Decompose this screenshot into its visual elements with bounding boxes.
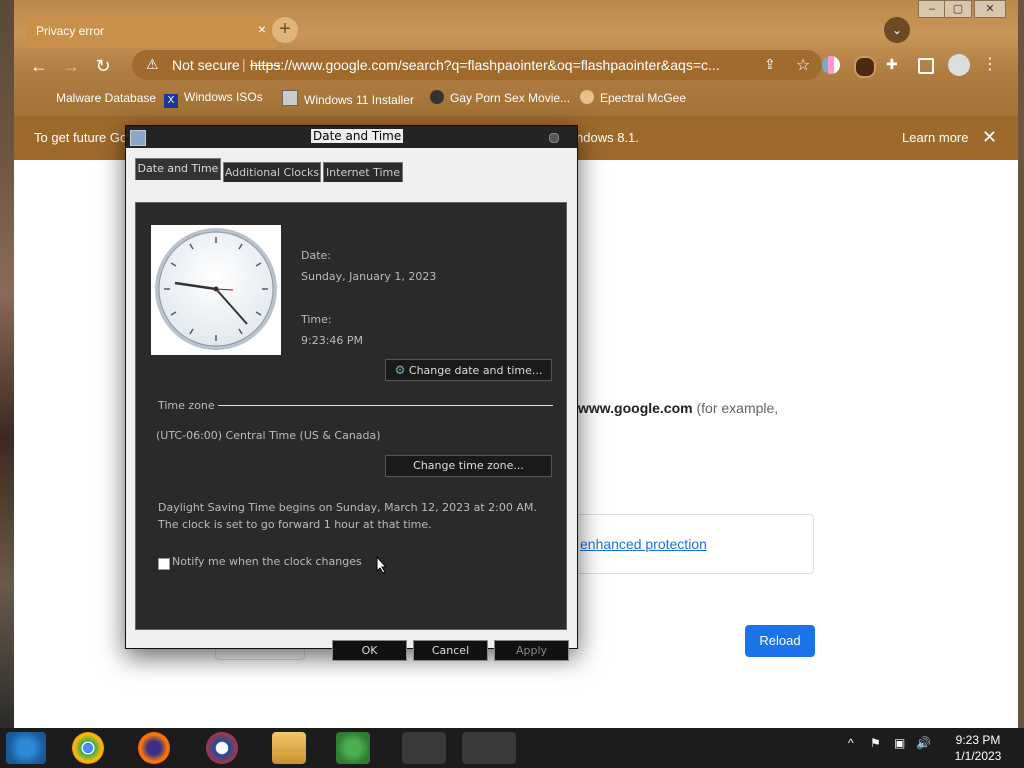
bookmark-label: Gay Porn Sex Movie...: [450, 91, 571, 105]
extension-flag-icon[interactable]: [822, 56, 840, 74]
bookmark-label: Windows 11 Installer: [304, 93, 414, 107]
bookmark-epectral-mcgee[interactable]: Epectral McGee: [580, 90, 686, 105]
tab-title: Privacy error: [36, 24, 105, 38]
back-button[interactable]: ←: [27, 54, 51, 78]
notify-checkbox[interactable]: [158, 558, 170, 570]
time-zone-heading: Time zone: [158, 399, 215, 412]
dialog-body: Date and Time Additional Clocks Internet…: [126, 148, 577, 661]
people-taskbar-icon[interactable]: [336, 732, 370, 764]
maximize-button[interactable]: ▢: [944, 0, 972, 18]
infobar-text-tail: ndows 8.1.: [576, 130, 639, 145]
time-zone-value: (UTC-06:00) Central Time (US & Canada): [156, 429, 381, 442]
time-zone-divider: [218, 405, 553, 406]
notify-checkbox-label[interactable]: Notify me when the clock changes: [172, 555, 362, 568]
share-icon[interactable]: ⇪: [764, 56, 776, 73]
bookmarks-bar: Malware Database X Windows ISOs Windows 1…: [14, 86, 1018, 110]
bookmark-malware-database[interactable]: Malware Database: [36, 90, 156, 105]
bookmark-label: Malware Database: [56, 91, 157, 105]
mouse-cursor-icon: [376, 556, 388, 574]
cancel-button[interactable]: Cancel: [413, 640, 488, 661]
error-description-rest: (for example,: [692, 400, 779, 416]
date-and-time-dialog: Date and Time Date and Time Additional C…: [125, 125, 578, 661]
error-domain: www.google.com: [578, 400, 693, 416]
close-window-button[interactable]: ✕: [974, 0, 1006, 18]
shield-icon: ⚙: [394, 363, 406, 377]
change-date-time-button[interactable]: ⚙ Change date and time...: [385, 359, 552, 381]
url-text[interactable]: https://www.google.com/search?q=flashpao…: [250, 57, 750, 73]
infobar-text: To get future Go: [34, 130, 128, 145]
dialog-close-icon[interactable]: [549, 133, 559, 143]
dialog-titlebar[interactable]: Date and Time: [126, 126, 577, 148]
dst-line-2: The clock is set to go forward 1 hour at…: [158, 518, 432, 531]
dialog-title: Date and Time: [311, 129, 404, 143]
change-time-zone-button[interactable]: Change time zone...: [385, 455, 552, 477]
start-button-icon[interactable]: [6, 732, 46, 764]
taskbar: ^ ⚑ ▣ 🔊 9:23 PM 1/1/2023: [0, 728, 1024, 768]
extension-avatar-icon[interactable]: [854, 56, 876, 78]
tray-chevron-icon[interactable]: ^: [848, 736, 854, 750]
tab-date-and-time[interactable]: Date and Time: [135, 158, 221, 180]
tab-privacy-error[interactable]: Privacy error ×: [26, 14, 276, 48]
chrome-taskbar-icon[interactable]: [72, 732, 104, 764]
date-value: Sunday, January 1, 2023: [301, 270, 437, 283]
date-time-panel: Date: Sunday, January 1, 2023 Time: 9:23…: [135, 202, 567, 630]
volume-icon[interactable]: 🔊: [916, 736, 931, 750]
bookmark-movie[interactable]: Gay Porn Sex Movie...: [430, 90, 570, 105]
dst-line-1: Daylight Saving Time begins on Sunday, M…: [158, 501, 537, 514]
tab-additional-clocks[interactable]: Additional Clocks: [223, 162, 321, 182]
bookmark-label: Windows ISOs: [184, 90, 263, 104]
url-scheme: https: [250, 57, 281, 73]
tab-internet-time[interactable]: Internet Time: [323, 162, 403, 182]
file-explorer-taskbar-icon[interactable]: [272, 732, 306, 764]
bookmark-label: Epectral McGee: [600, 91, 687, 105]
taskbar-time: 9:23 PM: [955, 733, 1001, 747]
taskbar-date: 1/1/2023: [954, 749, 1002, 763]
learn-more-link[interactable]: Learn more: [902, 130, 968, 145]
bookmark-windows-isos[interactable]: X Windows ISOs: [164, 90, 263, 108]
change-date-time-label: Change date and time...: [408, 364, 543, 377]
error-description: www.google.com (for example,: [578, 400, 778, 416]
tab-search-button[interactable]: ⌄: [884, 17, 910, 43]
network-icon[interactable]: ▣: [894, 736, 905, 750]
reload-page-button[interactable]: ↻: [91, 54, 115, 78]
bookmark-star-icon[interactable]: ☆: [796, 55, 810, 75]
not-secure-label[interactable]: Not secure: [172, 57, 240, 73]
infobar-close-icon[interactable]: ✕: [982, 127, 997, 148]
forward-button[interactable]: →: [59, 54, 83, 78]
analog-clock-icon: [151, 225, 281, 355]
apply-button[interactable]: Apply: [494, 640, 569, 661]
time-value: 9:23:46 PM: [301, 334, 364, 347]
face-icon: [430, 90, 444, 104]
face-icon: [580, 90, 594, 104]
action-center-flag-icon[interactable]: ⚑: [870, 736, 881, 750]
address-bar[interactable]: ⚠ Not secure | https://www.google.com/se…: [132, 50, 822, 80]
warning-icon[interactable]: ⚠: [146, 56, 159, 73]
ok-button[interactable]: OK: [332, 640, 407, 661]
calendar-icon: [130, 130, 146, 146]
image-icon: [282, 90, 298, 106]
firefox-taskbar-icon[interactable]: [138, 732, 170, 764]
minimize-button[interactable]: –: [918, 0, 946, 18]
side-panel-icon[interactable]: [918, 58, 934, 74]
extensions-puzzle-icon[interactable]: ✚: [886, 56, 904, 74]
date-time-taskbar-icon[interactable]: [462, 732, 516, 764]
folder-icon: [36, 90, 50, 104]
new-tab-button[interactable]: +: [272, 17, 298, 43]
reload-button[interactable]: Reload: [745, 625, 815, 657]
tab-close-icon[interactable]: ×: [258, 21, 266, 37]
profile-avatar-icon[interactable]: [948, 54, 970, 76]
chrome-menu-icon[interactable]: ⋮: [982, 54, 1000, 73]
x-logo-icon: X: [164, 94, 178, 108]
bookmark-windows-11-installer[interactable]: Windows 11 Installer: [282, 90, 414, 107]
browser-toolbar-area: Privacy error × + ⌄ – ▢ ✕ ← → ↻ ⚠ Not se…: [14, 0, 1018, 116]
enhanced-protection-link[interactable]: enhanced protection: [580, 536, 707, 552]
time-label: Time:: [301, 313, 332, 326]
display-settings-taskbar-icon[interactable]: [402, 732, 446, 764]
taskbar-clock[interactable]: 9:23 PM 1/1/2023: [944, 732, 1012, 764]
date-label: Date:: [301, 249, 331, 262]
url-rest: ://www.google.com/search?q=flashpaointer…: [280, 57, 720, 73]
obama-logo-taskbar-icon[interactable]: [206, 732, 238, 764]
omnibox-separator: |: [242, 56, 246, 72]
